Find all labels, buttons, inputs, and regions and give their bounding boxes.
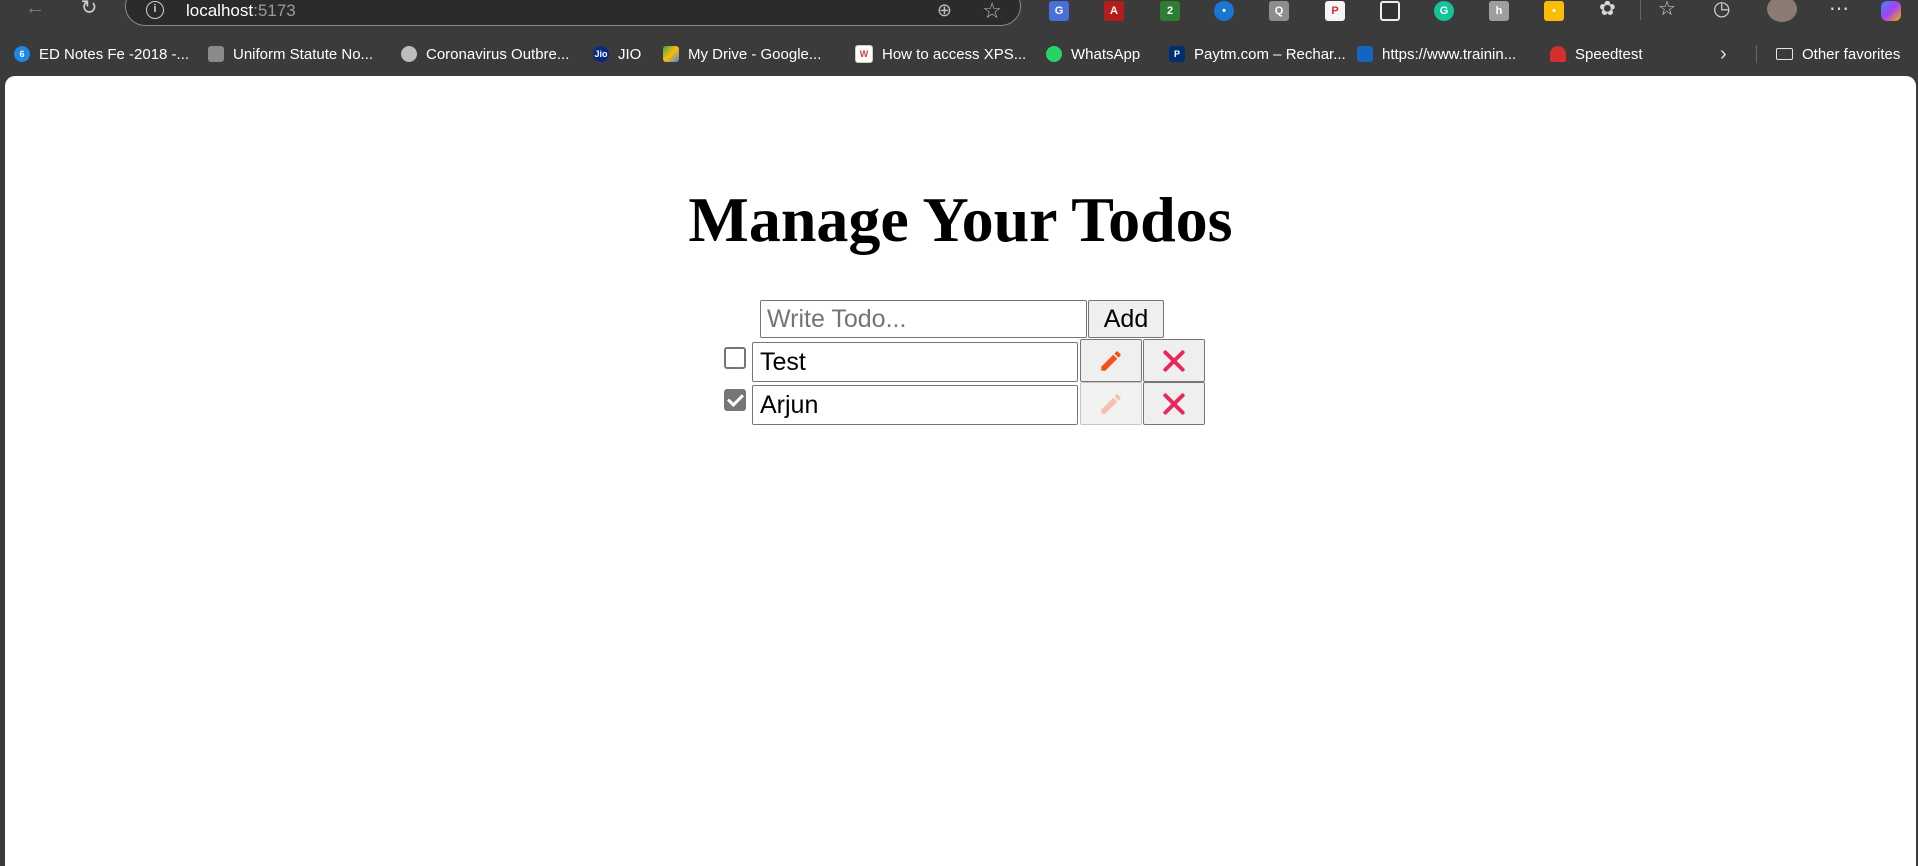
window-extension-icon[interactable] — [1380, 1, 1400, 21]
bookmark-speedtest[interactable]: Speedtest — [1550, 40, 1643, 68]
pdf-extension-icon[interactable]: A — [1104, 1, 1124, 21]
pdf-tool-extension-icon[interactable]: P — [1325, 1, 1345, 21]
delete-todo-button[interactable] — [1143, 382, 1205, 425]
favorite-star-icon[interactable]: ☆ — [982, 0, 1002, 24]
bookmark-favicon-icon: P — [1169, 46, 1185, 62]
pencil-icon — [1101, 393, 1121, 414]
todo-checkbox-checked[interactable] — [724, 389, 746, 411]
bookmark-label: ED Notes Fe -2018 -... — [39, 45, 190, 63]
bookmark-jio[interactable]: Jio JIO — [593, 40, 641, 68]
favorites-icon[interactable]: ☆ — [1658, 0, 1676, 20]
bookmark-favicon-icon — [1046, 46, 1062, 62]
q-extension-icon[interactable]: Q — [1269, 1, 1289, 21]
page-title: Manage Your Todos — [688, 184, 1233, 255]
bookmark-favicon-icon: Jio — [593, 46, 609, 62]
bookmark-label: How to access XPS... — [882, 45, 1027, 63]
toolbar-divider — [1640, 0, 1641, 20]
bookmarks-bar: 6 ED Notes Fe -2018 -... Uniform Statute … — [0, 40, 1918, 68]
h-extension-icon[interactable]: h — [1489, 1, 1509, 21]
edit-todo-button[interactable] — [1080, 339, 1142, 382]
address-text[interactable]: localhost:5173 — [186, 1, 296, 21]
bookmark-favicon-icon — [1357, 46, 1373, 62]
back-arrow-icon[interactable]: ← — [22, 0, 48, 19]
bookmark-label: Speedtest — [1575, 45, 1643, 63]
profile-avatar[interactable] — [1767, 0, 1797, 22]
bookmark-favicon-icon — [401, 46, 417, 62]
add-todo-button[interactable]: Add — [1088, 300, 1164, 338]
chevron-right-icon[interactable]: › — [1720, 40, 1727, 68]
more-menu-icon[interactable]: ⋯ — [1829, 0, 1849, 20]
bookmark-label: Paytm.com – Rechar... — [1194, 45, 1346, 63]
bookmark-label: Coronavirus Outbre... — [426, 45, 570, 63]
bookmark-xps[interactable]: W How to access XPS... — [855, 40, 1026, 68]
page-viewport: Manage Your Todos Add Test Arjun — [5, 76, 1916, 866]
reload-icon[interactable]: ↻ — [76, 0, 102, 19]
bookmark-paytm[interactable]: P Paytm.com – Rechar... — [1169, 40, 1346, 68]
keep-extension-icon[interactable]: • — [1544, 1, 1564, 21]
bookmark-uniform-statute[interactable]: Uniform Statute No... — [208, 40, 373, 68]
folder-icon — [1776, 48, 1793, 60]
other-favorites-label: Other favorites — [1802, 45, 1901, 63]
address-host: localhost — [186, 1, 254, 20]
bookmark-favicon-icon — [663, 46, 679, 62]
bookmark-google-drive[interactable]: My Drive - Google... — [663, 40, 821, 68]
extensions-puzzle-icon[interactable]: ✿ — [1599, 0, 1616, 20]
zoom-icon[interactable]: ⊕ — [937, 0, 952, 21]
delete-todo-button[interactable] — [1143, 339, 1205, 382]
edit-todo-button-disabled[interactable] — [1080, 382, 1142, 425]
close-icon — [1163, 349, 1185, 372]
translate-extension-icon[interactable]: G — [1049, 1, 1069, 21]
bookmark-coronavirus[interactable]: Coronavirus Outbre... — [401, 40, 569, 68]
address-bar[interactable]: i localhost:5173 ⊕ ☆ — [125, 0, 1021, 26]
history-icon[interactable]: ◷ — [1713, 0, 1730, 20]
todo-checkbox[interactable] — [724, 347, 746, 369]
bookmark-label: Uniform Statute No... — [233, 45, 374, 63]
bookmarks-divider — [1756, 45, 1757, 63]
copilot-icon[interactable] — [1881, 1, 1901, 21]
grammarly-icon[interactable]: G — [1434, 1, 1454, 21]
bookmark-favicon-icon: W — [855, 45, 873, 63]
bookmark-ed-notes[interactable]: 6 ED Notes Fe -2018 -... — [14, 40, 189, 68]
site-info-icon[interactable]: i — [146, 1, 164, 19]
browser-toolbar: ← ↻ i localhost:5173 ⊕ ☆ G A 2 • Q P G h… — [0, 0, 1918, 26]
other-favorites[interactable]: Other favorites — [1776, 40, 1900, 68]
todo-text[interactable]: Arjun — [752, 385, 1078, 425]
todo-text[interactable]: Test — [752, 342, 1078, 382]
bookmark-label: WhatsApp — [1071, 45, 1141, 63]
address-port: :5173 — [253, 1, 296, 20]
bookmark-label: My Drive - Google... — [688, 45, 822, 63]
compass-extension-icon[interactable]: • — [1214, 1, 1234, 21]
pencil-icon — [1101, 350, 1121, 371]
bookmark-whatsapp[interactable]: WhatsApp — [1046, 40, 1140, 68]
bookmark-label: JIO — [618, 45, 642, 63]
bookmark-favicon-icon — [1550, 46, 1566, 62]
bookmark-label: https://www.trainin... — [1382, 45, 1517, 63]
bookmark-favicon-icon — [208, 46, 224, 62]
close-icon — [1163, 392, 1185, 415]
bookmark-favicon-icon: 6 — [14, 46, 30, 62]
counter-extension-icon[interactable]: 2 — [1160, 1, 1180, 21]
bookmark-training[interactable]: https://www.trainin... — [1357, 40, 1516, 68]
todo-input[interactable] — [760, 300, 1087, 338]
